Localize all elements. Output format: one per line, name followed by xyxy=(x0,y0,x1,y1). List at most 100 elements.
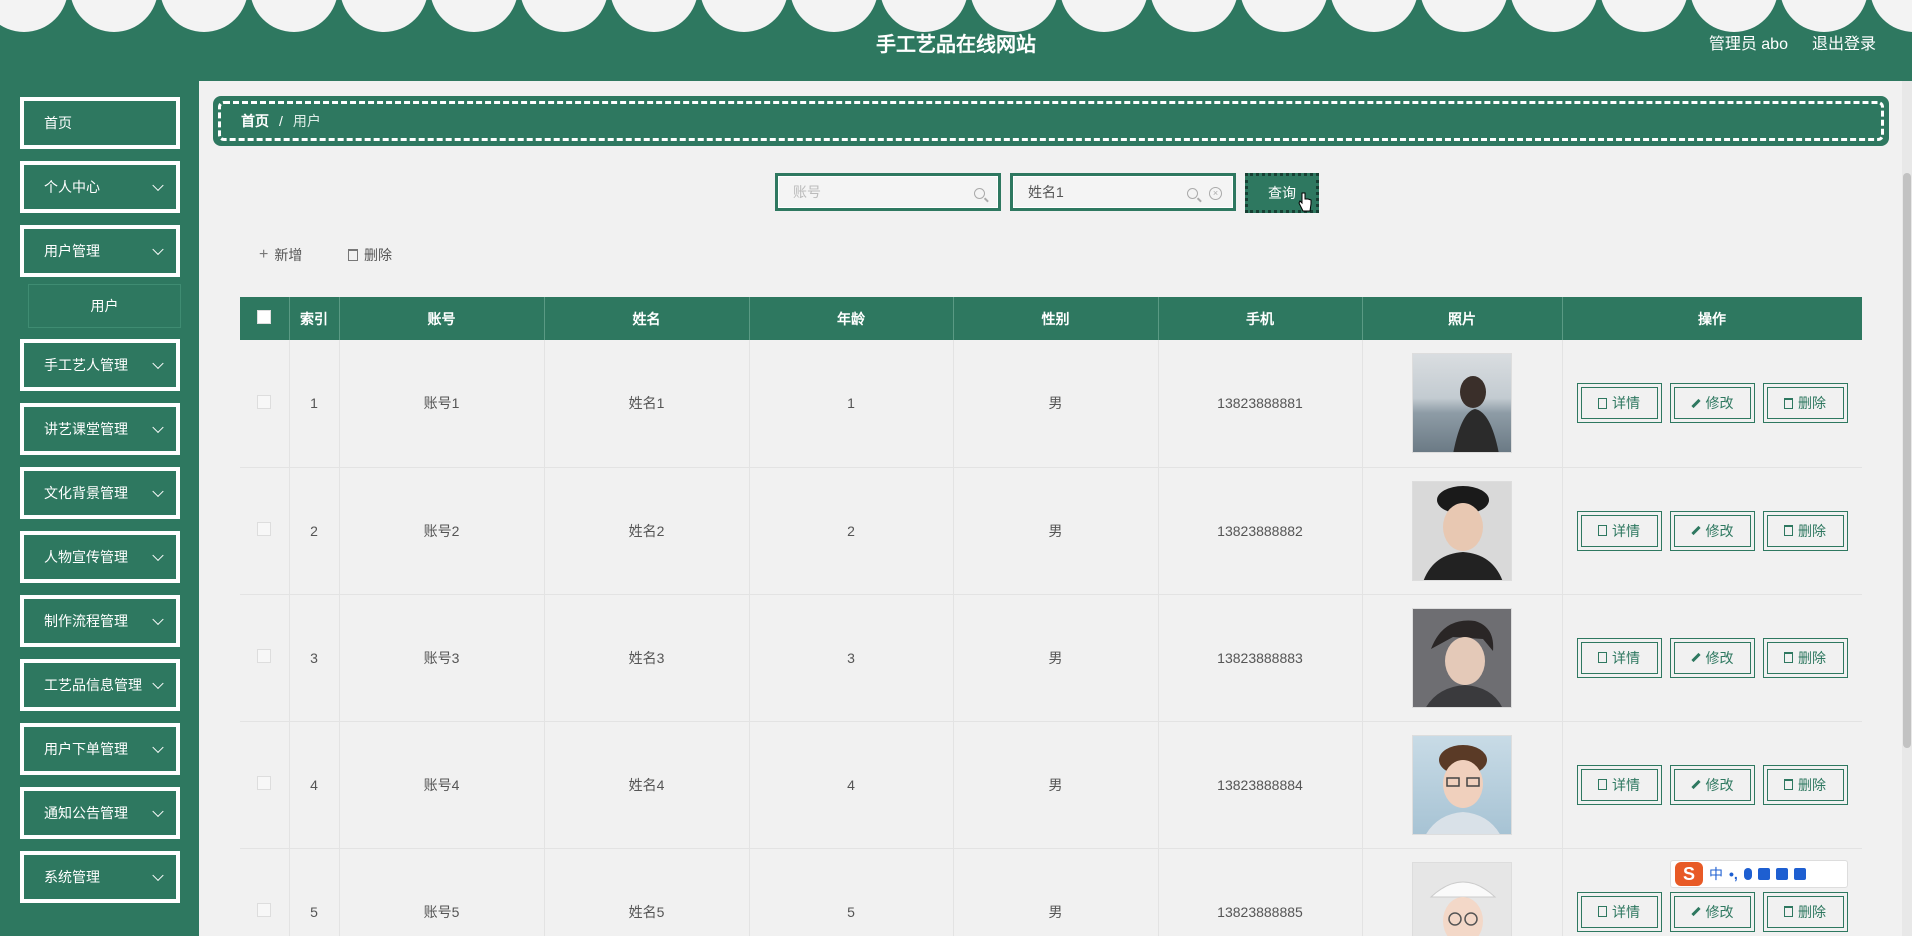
row-checkbox[interactable] xyxy=(257,522,272,536)
sidebar-subitem-user[interactable]: 用户 xyxy=(28,284,181,328)
name-search-field: × xyxy=(1010,173,1236,211)
delete-button[interactable]: 删除 xyxy=(1762,510,1848,551)
keyboard-icon[interactable] xyxy=(1757,868,1770,880)
document-icon xyxy=(1598,397,1607,409)
sidebar-item-culture-management[interactable]: 文化背景管理 xyxy=(20,467,180,519)
column-header: 年龄 xyxy=(749,297,954,340)
delete-button[interactable]: 删除 xyxy=(1762,383,1848,424)
cell-gender: 男 xyxy=(953,721,1159,849)
sogou-logo-icon: S xyxy=(1675,862,1703,886)
add-button[interactable]: + 新增 xyxy=(259,245,302,265)
edit-button[interactable]: 修改 xyxy=(1669,637,1755,678)
delete-button[interactable]: 删除 xyxy=(1762,637,1848,678)
delete-label: 删除 xyxy=(1798,649,1826,666)
sidebar-item-user-management[interactable]: 用户管理 xyxy=(20,225,180,277)
vertical-scrollbar[interactable] xyxy=(1902,81,1912,936)
delete-label: 删除 xyxy=(1798,395,1826,412)
detail-label: 详情 xyxy=(1612,776,1640,793)
cell-name: 姓名1 xyxy=(544,340,750,468)
edit-label: 修改 xyxy=(1705,395,1734,412)
admin-user-label: 管理员 abo xyxy=(1708,36,1788,53)
sidebar-item-system-management[interactable]: 系统管理 xyxy=(20,851,180,903)
row-checkbox[interactable] xyxy=(257,776,272,790)
detail-button[interactable]: 详情 xyxy=(1576,764,1662,805)
breadcrumb: 首页 / 用户 xyxy=(213,96,1889,146)
pencil-icon xyxy=(1690,525,1701,536)
skin-icon[interactable] xyxy=(1775,868,1788,880)
sidebar-item-classroom-management[interactable]: 讲艺课堂管理 xyxy=(20,403,180,455)
site-title: 手工艺品在线网站 xyxy=(876,34,1036,56)
cell-account: 账号1 xyxy=(339,340,545,468)
cell-account: 账号2 xyxy=(339,467,545,595)
sidebar-item-notice-management[interactable]: 通知公告管理 xyxy=(20,787,180,839)
row-checkbox[interactable] xyxy=(257,394,272,409)
pencil-icon xyxy=(1690,906,1701,917)
cell-name: 姓名5 xyxy=(544,848,750,936)
ime-language-label[interactable]: 中 xyxy=(1709,864,1723,884)
sidebar-item-personal-center[interactable]: 个人中心 xyxy=(20,161,180,213)
chevron-down-icon xyxy=(152,179,164,192)
toolbox-icon[interactable] xyxy=(1793,868,1806,880)
sidebar-item-label: 制作流程管理 xyxy=(44,613,128,629)
edit-button[interactable]: 修改 xyxy=(1669,891,1755,932)
detail-button[interactable]: 详情 xyxy=(1576,637,1662,678)
add-button-label: 新增 xyxy=(274,247,303,263)
pencil-icon xyxy=(1690,652,1701,663)
punctuation-icon[interactable]: •, xyxy=(1729,866,1738,882)
batch-delete-button[interactable]: 删除 xyxy=(348,245,392,265)
sidebar-item-label: 人物宣传管理 xyxy=(44,549,128,565)
sidebar-item-artisan-management[interactable]: 手工艺人管理 xyxy=(20,339,180,391)
cell-account: 账号4 xyxy=(339,721,545,849)
sidebar-item-promotion-management[interactable]: 人物宣传管理 xyxy=(20,531,180,583)
breadcrumb-home[interactable]: 首页 xyxy=(241,111,269,131)
cell-name: 姓名4 xyxy=(544,721,750,849)
detail-button[interactable]: 详情 xyxy=(1576,891,1662,932)
search-icon xyxy=(974,188,985,199)
sidebar-item-home[interactable]: 首页 xyxy=(20,97,180,149)
delete-button[interactable]: 删除 xyxy=(1762,891,1848,932)
edit-button[interactable]: 修改 xyxy=(1669,383,1755,424)
hand-cursor-icon xyxy=(1298,192,1312,212)
table-row: 4 账号4 姓名4 4 男 13823888884 详情 修改 删除 xyxy=(240,721,1862,849)
cell-age: 5 xyxy=(749,848,954,936)
name-search-input[interactable] xyxy=(1028,184,1178,200)
sidebar-item-label: 手工艺人管理 xyxy=(44,357,128,373)
cell-account: 账号5 xyxy=(339,848,545,936)
trash-icon xyxy=(348,249,358,261)
cell-gender: 男 xyxy=(953,467,1159,595)
ime-toolbar[interactable]: S 中 •, xyxy=(1670,860,1848,888)
cell-account: 账号3 xyxy=(339,594,545,722)
plus-icon: + xyxy=(259,246,269,263)
row-checkbox[interactable] xyxy=(257,649,272,663)
delete-label: 删除 xyxy=(1798,903,1826,920)
logout-link[interactable]: 退出登录 xyxy=(1812,30,1876,54)
row-checkbox[interactable] xyxy=(257,903,272,917)
edit-button[interactable]: 修改 xyxy=(1669,510,1755,551)
scrollbar-thumb[interactable] xyxy=(1903,173,1911,748)
microphone-icon[interactable] xyxy=(1743,868,1752,880)
sidebar-item-order-management[interactable]: 用户下单管理 xyxy=(20,723,180,775)
query-button-label: 查询 xyxy=(1268,185,1296,201)
document-icon xyxy=(1598,779,1607,790)
sidebar-item-process-management[interactable]: 制作流程管理 xyxy=(20,595,180,647)
clear-icon[interactable]: × xyxy=(1209,187,1222,200)
column-header: 操作 xyxy=(1562,297,1862,340)
detail-button[interactable]: 详情 xyxy=(1576,510,1662,551)
user-photo xyxy=(1412,480,1512,581)
account-search-input[interactable] xyxy=(793,184,943,200)
edit-button[interactable]: 修改 xyxy=(1669,764,1755,805)
cell-index: 4 xyxy=(289,721,340,849)
cell-age: 3 xyxy=(749,594,954,722)
delete-button[interactable]: 删除 xyxy=(1762,764,1848,805)
trash-icon xyxy=(1784,525,1793,536)
cell-age: 4 xyxy=(749,721,954,849)
detail-button[interactable]: 详情 xyxy=(1576,383,1662,424)
user-table: 索引 账号 姓名 年龄 性别 手机 照片 操作 1 账号1 姓名1 1 男 13… xyxy=(240,297,1862,936)
cell-name: 姓名3 xyxy=(544,594,750,722)
sidebar-item-craft-info-management[interactable]: 工艺品信息管理 xyxy=(20,659,180,711)
select-all-checkbox[interactable] xyxy=(257,310,272,324)
sidebar-item-label: 讲艺课堂管理 xyxy=(44,421,128,437)
chevron-down-icon xyxy=(152,805,164,818)
cell-gender: 男 xyxy=(953,594,1159,722)
chevron-down-icon xyxy=(152,869,164,882)
